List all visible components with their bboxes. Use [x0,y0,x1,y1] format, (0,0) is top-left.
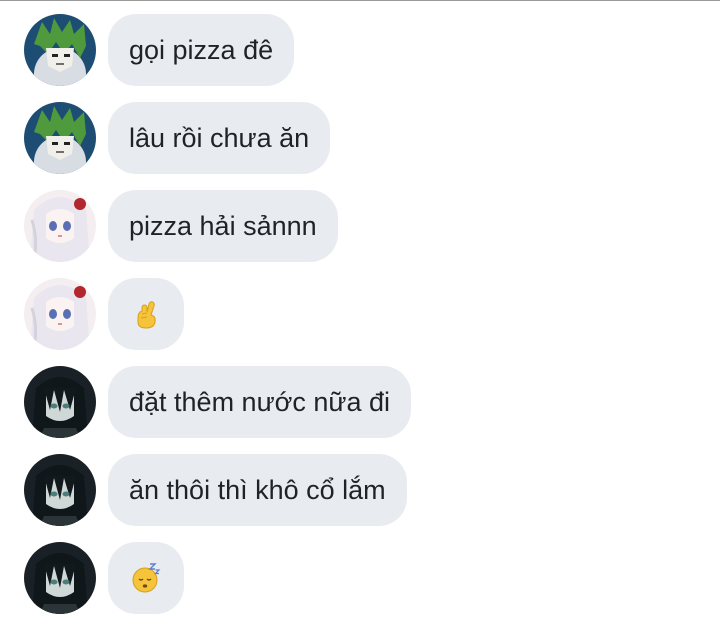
message-text: gọi pizza đê [129,34,274,65]
message-row [0,542,720,614]
message-row [0,278,720,350]
message-text: pizza hải sảnnn [129,210,317,241]
sleeping-face-icon [132,563,161,593]
crossed-fingers-icon [137,301,156,329]
message-row: lâu rồi chưa ăn [0,102,720,174]
avatar-dark-hair[interactable] [24,542,96,614]
avatar-white-hair[interactable] [24,278,96,350]
message-bubble[interactable] [108,278,184,350]
message-text: đặt thêm nước nữa đi [129,386,390,417]
message-bubble[interactable]: lâu rồi chưa ăn [108,102,331,174]
avatar-dark-hair[interactable] [24,366,96,438]
message-text: lâu rồi chưa ăn [129,122,310,153]
chat-thread: gọi pizza đê lâu rồi chưa ăn pizza hải s… [0,0,720,625]
message-bubble[interactable]: ăn thôi thì khô cổ lắm [108,454,407,526]
message-row: gọi pizza đê [0,14,720,86]
message-row: đặt thêm nước nữa đi [0,366,720,438]
message-text: ăn thôi thì khô cổ lắm [129,474,386,505]
message-bubble[interactable] [108,542,184,614]
message-bubble[interactable]: pizza hải sảnnn [108,190,338,262]
avatar-dark-hair[interactable] [24,454,96,526]
avatar-white-hair[interactable] [24,190,96,262]
message-bubble[interactable]: gọi pizza đê [108,14,295,86]
message-bubble[interactable]: đặt thêm nước nữa đi [108,366,411,438]
message-row: ăn thôi thì khô cổ lắm [0,454,720,526]
message-row: pizza hải sảnnn [0,190,720,262]
avatar-green-hair[interactable] [24,14,96,86]
avatar-green-hair[interactable] [24,102,96,174]
